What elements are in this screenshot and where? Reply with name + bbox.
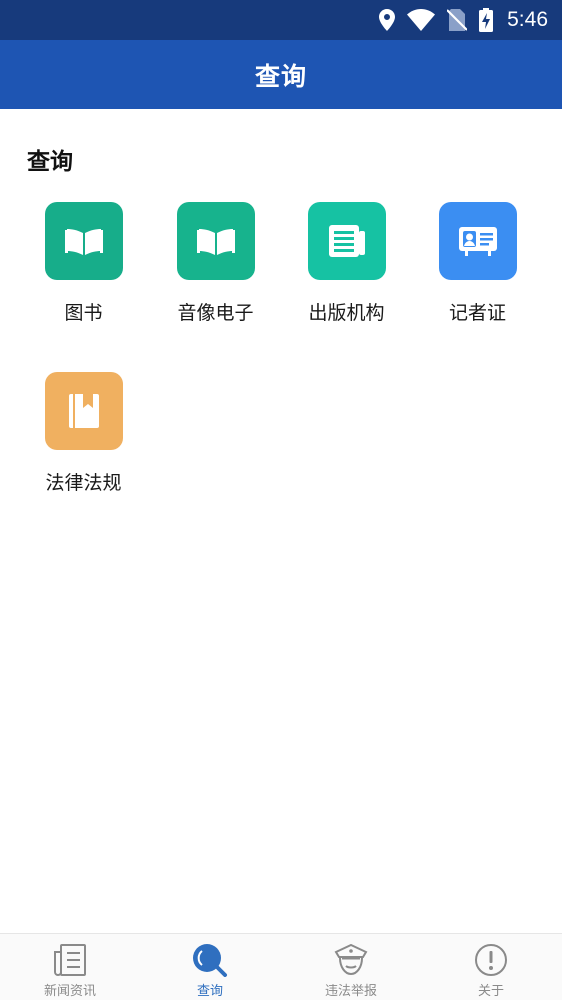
wifi-icon [407,9,436,31]
publishers-tile[interactable] [307,202,386,280]
location-icon [379,9,396,31]
info-icon [474,942,508,978]
status-bar: 5:46 [0,0,562,40]
laws-label: 法律法规 [45,472,122,494]
newspaper-icon [328,225,365,257]
laws-tile[interactable] [44,372,123,450]
bottom-nav: 新闻资讯 查询 违法举报 关于 [0,933,562,1000]
search-icon [192,942,228,978]
id-card-icon [458,225,497,257]
book-open-icon [64,226,103,256]
nav-item-about[interactable]: 关于 [421,934,561,1000]
book-open-icon [196,226,235,256]
nav-item-report[interactable]: 违法举报 [281,934,421,1000]
nav-label-report: 违法举报 [324,984,377,999]
nav-label-about: 关于 [477,984,504,999]
status-time: 5:46 [507,8,548,31]
police-cap-icon [334,942,368,978]
query-item-press-card[interactable]: 记者证 [412,202,543,332]
books-tile[interactable] [44,202,123,280]
bookmark-book-icon [68,394,99,428]
press-card-label: 记者证 [448,302,506,324]
news-icon [53,942,87,978]
no-sim-icon [447,9,468,31]
page-title: 查询 [254,61,307,91]
nav-label-news: 新闻资讯 [43,984,96,999]
press-card-tile[interactable] [438,202,517,280]
app-bar: 查询 [0,40,562,109]
query-item-publishers[interactable]: 出版机构 [281,202,412,332]
books-label: 图书 [64,302,103,324]
publishers-label: 出版机构 [308,302,385,324]
section-title: 查询 [27,149,73,175]
query-item-books[interactable]: 图书 [18,202,149,332]
nav-label-search: 查询 [196,984,223,999]
battery-charging-icon [479,8,494,32]
nav-item-search[interactable]: 查询 [140,934,280,1000]
query-item-audio-video[interactable]: 音像电子 [150,202,281,332]
audio-video-label: 音像电子 [177,302,254,324]
audio-video-tile[interactable] [176,202,255,280]
nav-item-news[interactable]: 新闻资讯 [0,934,140,1000]
query-item-laws[interactable]: 法律法规 [18,372,149,502]
